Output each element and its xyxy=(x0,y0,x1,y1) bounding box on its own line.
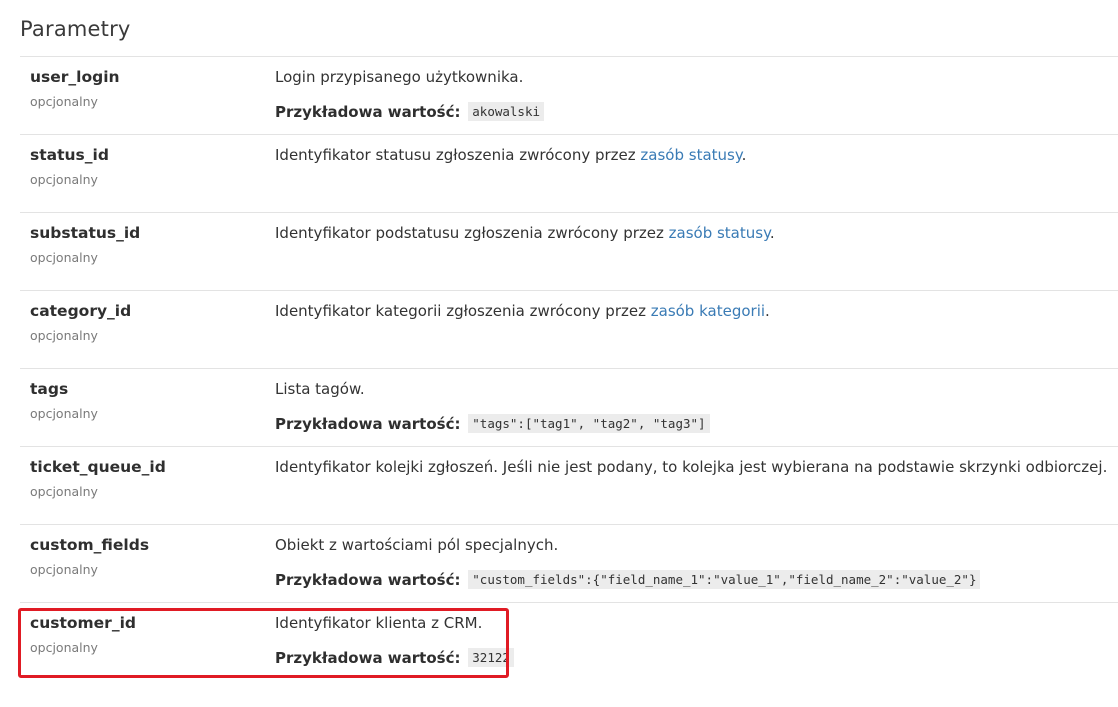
param-description-text: Identyfikator kategorii zgłoszenia zwróc… xyxy=(275,302,651,320)
param-description: Identyfikator kolejki zgłoszeń. Jeśli ni… xyxy=(275,458,1107,476)
param-description-suffix: . xyxy=(741,146,747,164)
param-example: Przykładowa wartość: akowalski xyxy=(275,102,544,121)
param-name: user_login xyxy=(30,68,120,86)
param-optional-label: opcjonalny xyxy=(30,250,98,265)
param-optional-label: opcjonalny xyxy=(30,172,98,187)
param-name: tags xyxy=(30,380,69,398)
param-description: Login przypisanego użytkownika. xyxy=(275,68,523,86)
param-description: Lista tagów. xyxy=(275,380,365,398)
param-description: Identyfikator kategorii zgłoszenia zwróc… xyxy=(275,302,770,320)
param-description-suffix: . xyxy=(765,302,770,320)
param-row-custom-fields: custom_fields opcjonalny Obiekt z wartoś… xyxy=(20,524,1118,602)
section-title: Parametry xyxy=(20,17,131,41)
param-example: Przykładowa wartość: "tags":["tag1", "ta… xyxy=(275,414,710,433)
example-label: Przykładowa wartość: xyxy=(275,415,461,433)
param-name: substatus_id xyxy=(30,224,141,242)
param-optional-label: opcjonalny xyxy=(30,406,98,421)
param-row-substatus-id: substatus_id opcjonalny Identyfikator po… xyxy=(20,212,1118,290)
param-name: ticket_queue_id xyxy=(30,458,166,476)
param-description-text: Identyfikator podstatusu zgłoszenia zwró… xyxy=(275,224,669,242)
param-description-suffix: . xyxy=(769,224,775,242)
param-row-category-id: category_id opcjonalny Identyfikator kat… xyxy=(20,290,1118,368)
param-optional-label: opcjonalny xyxy=(30,328,98,343)
param-row-customer-id: customer_id opcjonalny Identyfikator kli… xyxy=(20,602,1118,680)
param-description-text: Identyfikator kolejki zgłoszeń. Jeśli ni… xyxy=(275,458,1108,476)
zasob-statusy-link[interactable]: zasób statusy xyxy=(640,146,741,164)
param-optional-label: opcjonalny xyxy=(30,94,98,109)
param-description-text: Login przypisanego użytkownika. xyxy=(275,68,524,86)
param-description-text: Identyfikator statusu zgłoszenia zwrócon… xyxy=(275,146,641,164)
example-value: "tags":["tag1", "tag2", "tag3"] xyxy=(468,414,710,433)
param-optional-label: opcjonalny xyxy=(30,562,98,577)
param-row-user-login: user_login opcjonalny Login przypisanego… xyxy=(20,56,1118,134)
parameters-table: user_login opcjonalny Login przypisanego… xyxy=(20,56,1118,680)
example-value: akowalski xyxy=(468,102,544,121)
example-label: Przykładowa wartość: xyxy=(275,571,461,589)
param-name: category_id xyxy=(30,302,132,320)
param-description-text: Identyfikator klienta z CRM. xyxy=(275,614,483,632)
param-row-ticket-queue-id: ticket_queue_id opcjonalny Identyfikator… xyxy=(20,446,1118,524)
param-example: Przykładowa wartość: 32122 xyxy=(275,648,514,667)
param-row-status-id: status_id opcjonalny Identyfikator statu… xyxy=(20,134,1118,212)
example-label: Przykładowa wartość: xyxy=(275,649,461,667)
zasob-kategorii-link[interactable]: zasób kategorii xyxy=(651,302,765,320)
param-row-tags: tags opcjonalny Lista tagów. Przykładowa… xyxy=(20,368,1118,446)
param-example: Przykładowa wartość: "custom_fields":{"f… xyxy=(275,570,981,589)
param-name: customer_id xyxy=(30,614,136,632)
param-optional-label: opcjonalny xyxy=(30,640,98,655)
param-description: Identyfikator statusu zgłoszenia zwrócon… xyxy=(275,146,746,164)
example-value: "custom_fields":{"field_name_1":"value_1… xyxy=(468,570,981,589)
param-description: Obiekt z wartościami pól specjalnych. xyxy=(275,536,558,554)
param-description-text: Obiekt z wartościami pól specjalnych. xyxy=(275,536,559,554)
param-description: Identyfikator podstatusu zgłoszenia zwró… xyxy=(275,224,775,242)
param-description-text: Lista tagów. xyxy=(275,380,365,398)
zasob-statusy-link[interactable]: zasób statusy xyxy=(669,224,770,242)
param-optional-label: opcjonalny xyxy=(30,484,98,499)
example-label: Przykładowa wartość: xyxy=(275,103,461,121)
param-description: Identyfikator klienta z CRM. xyxy=(275,614,482,632)
example-value: 32122 xyxy=(468,648,514,667)
param-name: custom_fields xyxy=(30,536,150,554)
param-name: status_id xyxy=(30,146,109,164)
